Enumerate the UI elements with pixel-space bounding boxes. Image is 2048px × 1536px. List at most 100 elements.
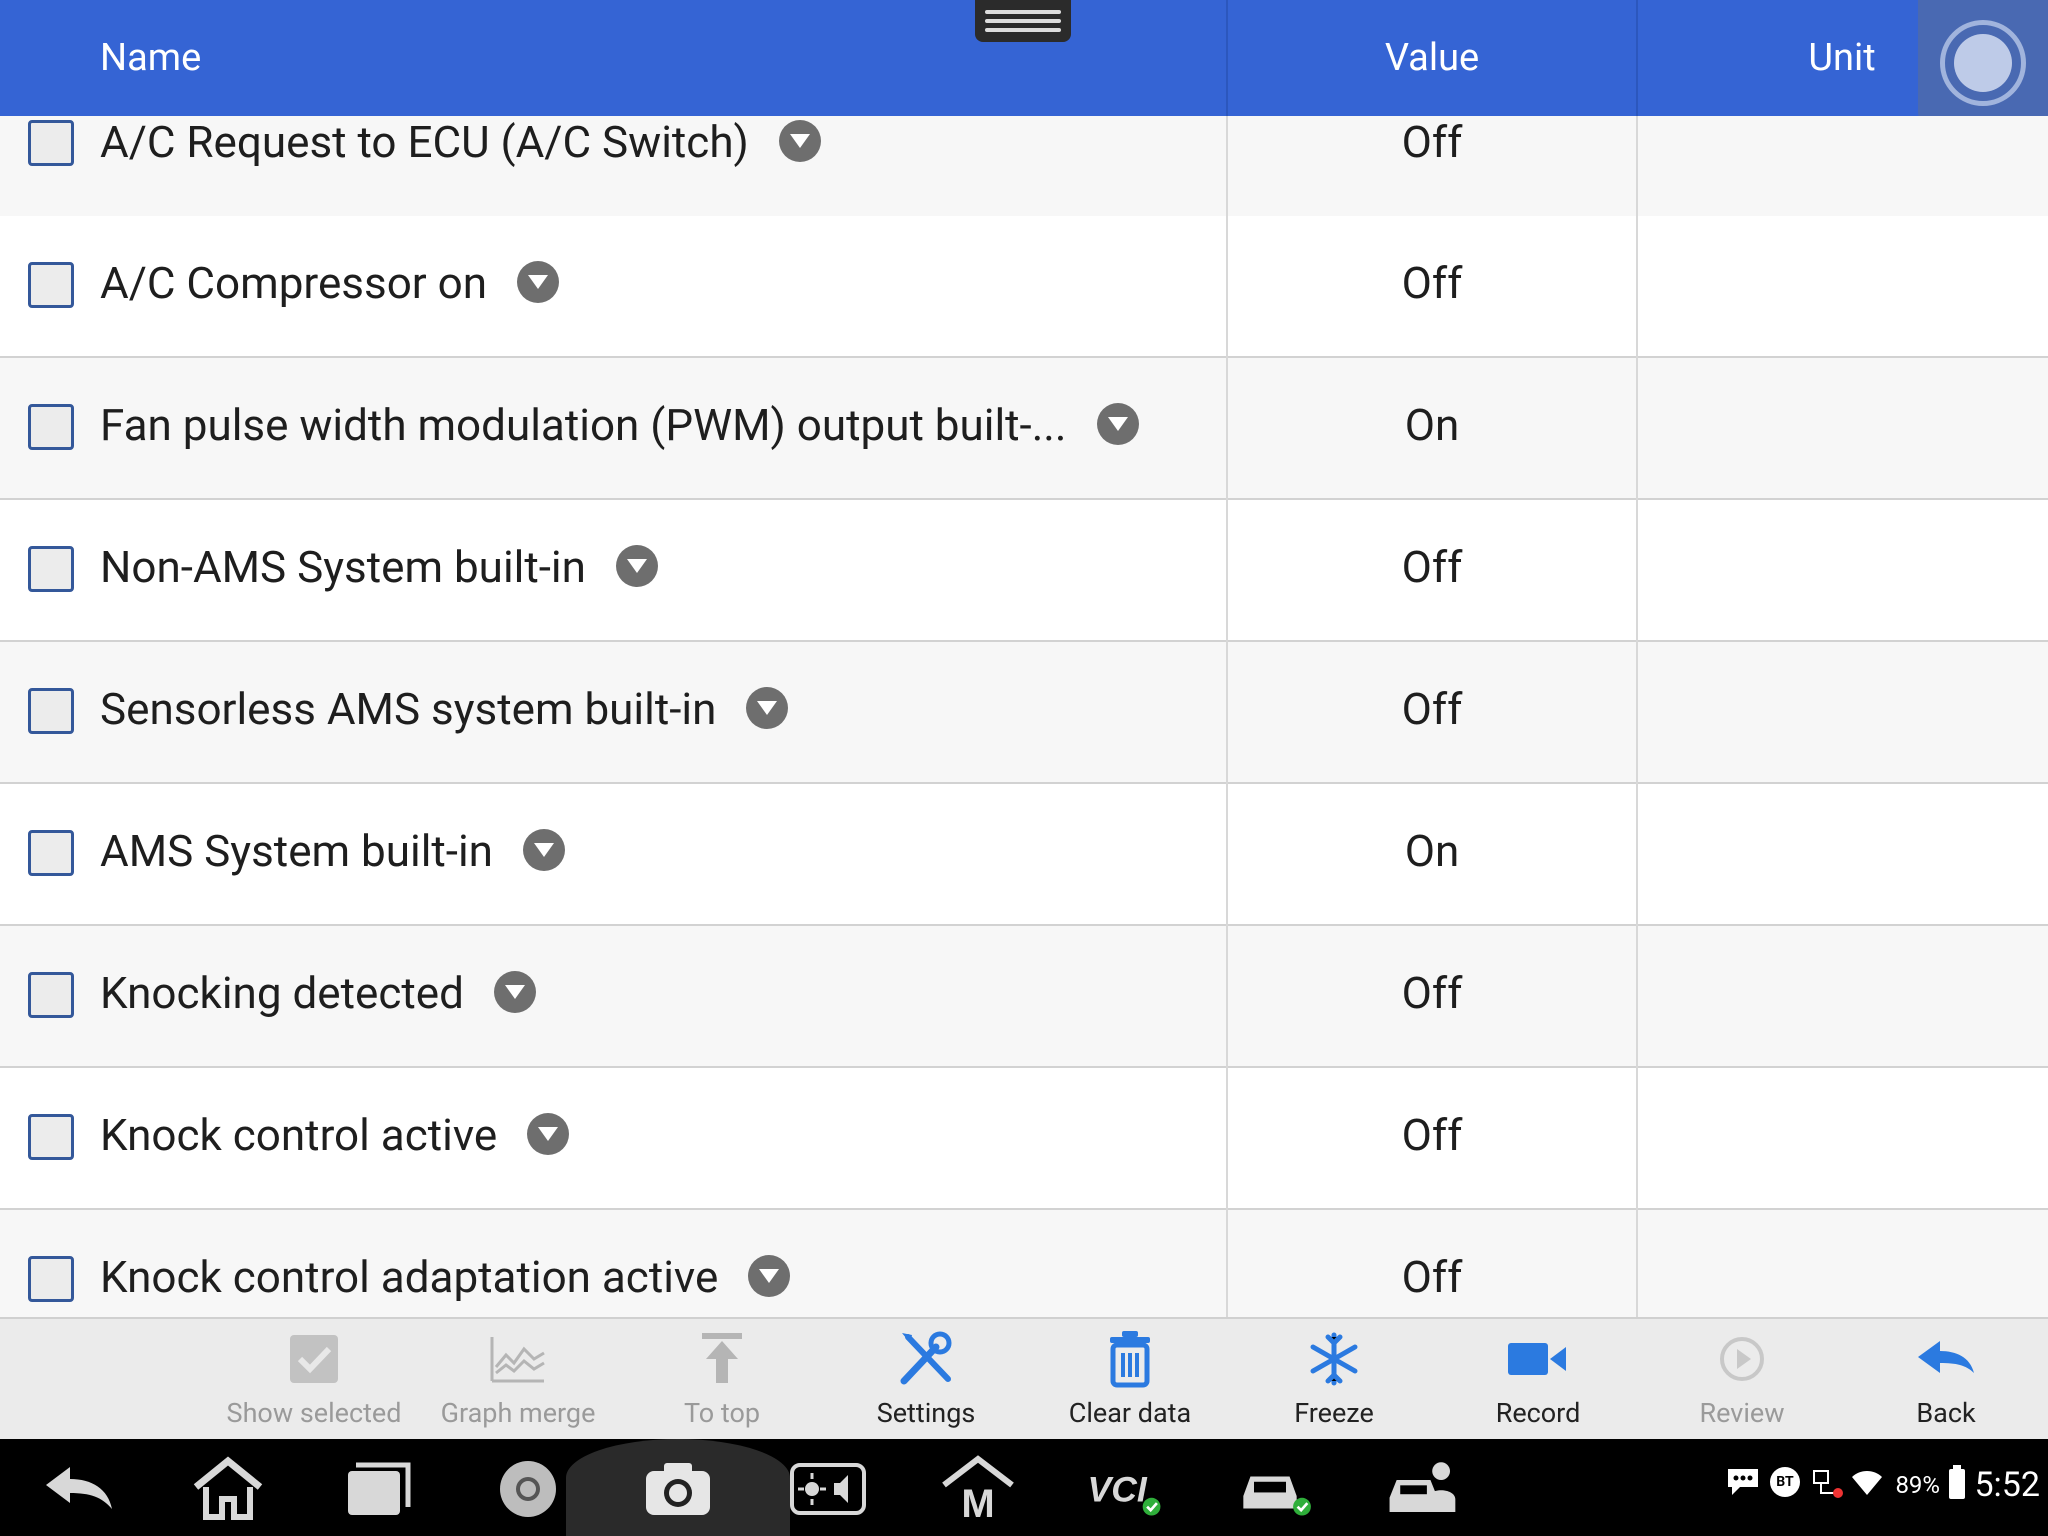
column-header-value: Value — [1384, 36, 1480, 80]
review-button[interactable]: Review — [1642, 1319, 1842, 1441]
battery-percentage: 89% — [1895, 1471, 1940, 1499]
review-label: Review — [1699, 1397, 1785, 1429]
status-area: BT 89% 5:52 — [1720, 1463, 2040, 1513]
floating-assistive-button[interactable] — [1918, 0, 2048, 130]
dropdown-arrow-icon[interactable] — [615, 545, 658, 588]
row-name: A/C Compressor on — [100, 257, 487, 309]
row-checkbox[interactable] — [28, 404, 74, 450]
trash-icon — [1110, 1331, 1150, 1388]
row-value: Off — [1401, 116, 1463, 168]
row-value: Off — [1401, 683, 1463, 735]
row-checkbox[interactable] — [28, 830, 74, 876]
battery-icon — [1949, 1465, 1965, 1499]
to-top-label: To top — [683, 1397, 761, 1429]
row-checkbox[interactable] — [28, 1256, 74, 1302]
table-row[interactable]: A/C Compressor on Off — [0, 216, 2048, 358]
nav-browser-icon[interactable] — [488, 1453, 568, 1523]
svg-text:VCI: VCI — [1088, 1469, 1148, 1509]
table-header: Name Value Unit — [0, 0, 2048, 130]
row-value: Off — [1401, 1109, 1463, 1161]
network-disconnected-icon — [1813, 1470, 1843, 1498]
data-stream-table[interactable]: A/C Request to ECU (A/C Switch) Off A/C … — [0, 116, 2048, 1317]
nav-maintenance-m-icon[interactable]: M — [938, 1453, 1018, 1523]
row-checkbox[interactable] — [28, 1114, 74, 1160]
table-row[interactable]: Knock control adaptation active Off — [0, 1210, 2048, 1317]
dropdown-arrow-icon[interactable] — [746, 687, 789, 730]
show-selected-label: Show selected — [226, 1397, 402, 1429]
nav-recent-apps-icon[interactable] — [338, 1453, 418, 1523]
table-row[interactable]: A/C Request to ECU (A/C Switch) Off — [0, 116, 2048, 232]
dropdown-arrow-icon[interactable] — [527, 1113, 570, 1156]
row-checkbox[interactable] — [28, 120, 74, 166]
row-name: A/C Request to ECU (A/C Switch) — [100, 116, 749, 168]
row-name: Fan pulse width modulation (PWM) output … — [100, 399, 1067, 451]
table-row[interactable]: Non-AMS System built-in Off — [0, 500, 2048, 642]
nav-back-icon[interactable] — [40, 1453, 120, 1523]
clear-data-button[interactable]: Clear data — [1030, 1319, 1230, 1441]
clear-data-label: Clear data — [1068, 1397, 1192, 1429]
row-value: On — [1404, 399, 1460, 451]
record-label: Record — [1495, 1397, 1581, 1429]
nav-remote-expert-icon[interactable] — [1386, 1453, 1466, 1523]
freeze-label: Freeze — [1294, 1397, 1374, 1429]
nav-brightness-volume-icon[interactable] — [788, 1453, 868, 1523]
column-divider — [1226, 116, 1228, 1317]
dropdown-arrow-icon[interactable] — [522, 829, 565, 872]
row-value: Off — [1401, 257, 1463, 309]
nav-home-icon[interactable] — [188, 1453, 268, 1523]
nav-vci-status-icon[interactable]: VCI — [1084, 1453, 1164, 1523]
table-row[interactable]: Knock control active Off — [0, 1068, 2048, 1210]
drag-handle-icon[interactable] — [975, 0, 1071, 42]
row-checkbox[interactable] — [28, 546, 74, 592]
table-row[interactable]: Knocking detected Off — [0, 926, 2048, 1068]
graph-merge-icon — [490, 1337, 545, 1383]
play-circle-icon — [1720, 1337, 1764, 1381]
row-name: Knock control active — [100, 1109, 498, 1161]
row-value: Off — [1401, 1251, 1463, 1303]
dropdown-arrow-icon[interactable] — [493, 971, 536, 1014]
clock: 5:52 — [1974, 1465, 2040, 1505]
dropdown-arrow-icon[interactable] — [778, 120, 821, 163]
row-value: Off — [1401, 967, 1463, 1019]
bottom-toolbar: Show selected Graph merge To top Setting… — [0, 1317, 2048, 1439]
back-arrow-icon — [1918, 1341, 1974, 1373]
nav-camera-icon[interactable] — [638, 1453, 718, 1523]
row-checkbox[interactable] — [28, 688, 74, 734]
settings-button[interactable]: Settings — [826, 1319, 1026, 1441]
back-label: Back — [1916, 1397, 1976, 1429]
graph-merge-button[interactable]: Graph merge — [418, 1319, 618, 1441]
nav-vehicle-connected-icon[interactable] — [1238, 1453, 1318, 1523]
svg-text:M: M — [961, 1482, 994, 1523]
record-button[interactable]: Record — [1438, 1319, 1638, 1441]
table-row[interactable]: Sensorless AMS system built-in Off — [0, 642, 2048, 784]
row-value: Off — [1401, 541, 1463, 593]
snowflake-icon — [1310, 1332, 1358, 1386]
system-navigation-bar: M VCI BT 89% 5:52 — [0, 1439, 2048, 1536]
arrow-to-top-icon — [702, 1333, 742, 1383]
freeze-button[interactable]: Freeze — [1234, 1319, 1434, 1441]
show-selected-button[interactable]: Show selected — [214, 1319, 414, 1441]
column-divider — [1636, 116, 1638, 1317]
to-top-button[interactable]: To top — [622, 1319, 822, 1441]
row-name: AMS System built-in — [100, 825, 493, 877]
settings-label: Settings — [876, 1397, 976, 1429]
table-row[interactable]: AMS System built-in On — [0, 784, 2048, 926]
dropdown-arrow-icon[interactable] — [517, 261, 559, 304]
wifi-icon — [1852, 1471, 1882, 1495]
row-checkbox[interactable] — [28, 262, 74, 308]
video-camera-icon — [1508, 1343, 1566, 1375]
table-row[interactable]: Fan pulse width modulation (PWM) output … — [0, 358, 2048, 500]
bt-badge: BT — [1770, 1467, 1800, 1497]
row-checkbox[interactable] — [28, 972, 74, 1018]
column-header-name: Name — [100, 36, 202, 80]
wrench-screwdriver-icon — [900, 1331, 952, 1385]
checkbox-check-icon — [290, 1335, 338, 1383]
row-name: Non-AMS System built-in — [100, 541, 586, 593]
back-button[interactable]: Back — [1846, 1319, 2046, 1441]
dot-icon — [1954, 34, 2012, 92]
row-name: Sensorless AMS system built-in — [100, 683, 717, 735]
message-icon — [1728, 1469, 1758, 1495]
row-value: On — [1404, 825, 1460, 877]
dropdown-arrow-icon[interactable] — [748, 1255, 791, 1298]
dropdown-arrow-icon[interactable] — [1096, 403, 1139, 446]
